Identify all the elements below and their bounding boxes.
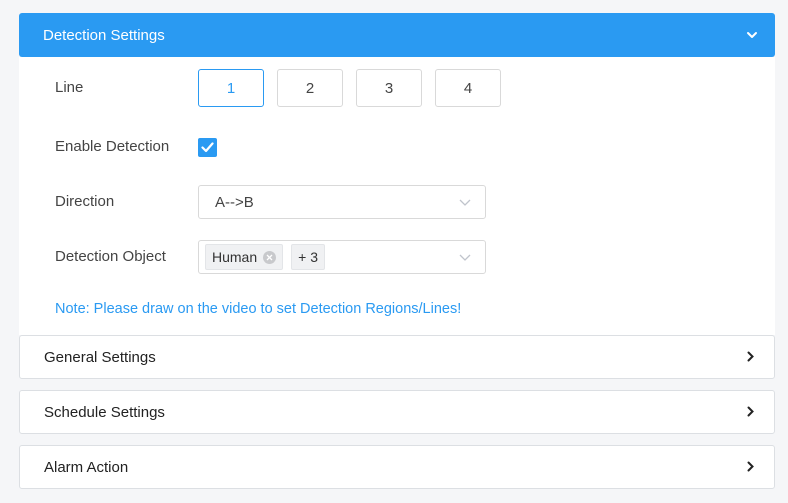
detection-settings-header[interactable]: Detection Settings [19,13,775,57]
detection-object-select[interactable]: Human + 3 [198,240,486,274]
general-settings-header[interactable]: General Settings [19,335,775,379]
checkmark-icon [201,142,214,153]
chevron-down-icon[interactable] [745,28,759,42]
detection-settings-body: Line 1 2 3 4 Enable Detection Direction … [19,57,775,335]
line-button-2[interactable]: 2 [277,69,343,107]
detection-object-label: Detection Object [55,248,166,265]
alarm-action-title: Alarm Action [44,458,129,476]
chevron-right-icon [747,404,754,421]
schedule-settings-title: Schedule Settings [44,403,165,421]
direction-label: Direction [55,193,115,210]
line-label: Line [55,79,84,96]
direction-select[interactable]: A-->B [198,185,486,219]
close-circle-icon[interactable] [263,250,277,264]
tag-human-label: Human [212,249,258,265]
alarm-action-header[interactable]: Alarm Action [19,445,775,489]
line-button-1[interactable]: 1 [198,69,264,107]
schedule-settings-header[interactable]: Schedule Settings [19,390,775,434]
chevron-down-icon [459,254,471,261]
note-text: Note: Please draw on the video to set De… [55,301,462,317]
chevron-right-icon [747,459,754,476]
line-button-3[interactable]: 3 [356,69,422,107]
general-settings-title: General Settings [44,348,156,366]
tag-human: Human [205,244,284,270]
detection-settings-title: Detection Settings [43,26,165,44]
enable-detection-label: Enable Detection [55,138,170,155]
line-button-4[interactable]: 4 [435,69,501,107]
chevron-down-icon [459,199,471,206]
enable-detection-checkbox[interactable] [198,138,217,157]
direction-value: A-->B [215,193,254,211]
tag-more-count: + 3 [291,244,325,270]
chevron-right-icon [747,349,754,366]
